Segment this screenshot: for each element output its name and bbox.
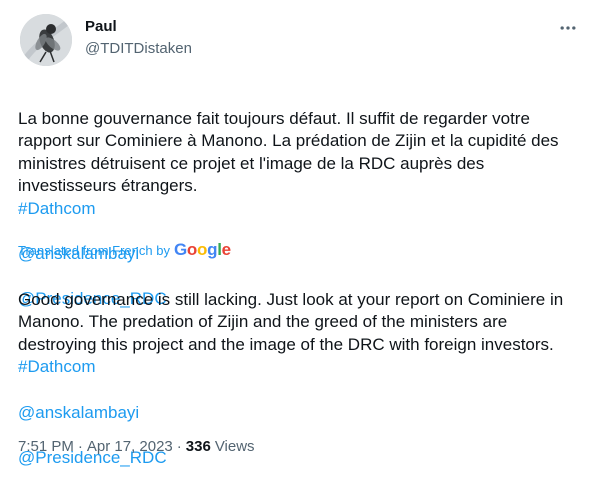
mention-link[interactable]: @anskalambayi [18,402,584,425]
more-horizontal-icon [560,26,576,30]
translated-text-body: Good governance is still lacking. Just l… [18,289,564,354]
meta-separator: · [77,438,83,455]
google-letter: e [221,240,231,259]
user-handle[interactable]: @TDITDistaken [85,40,192,57]
hashtag-link[interactable]: #Dathcom [18,198,584,221]
display-name[interactable]: Paul [85,18,117,35]
translated-tweet-text: Good governance is still lacking. Just l… [18,266,584,492]
google-letter: o [197,240,208,259]
meta-separator: · [176,438,182,455]
more-options-button[interactable] [554,18,582,38]
translation-attribution: Translated from French by Google [18,239,231,261]
tweet-header: Paul @TDITDistaken [16,12,582,68]
views-label: Views [214,438,255,455]
views-count: 336 [185,438,211,455]
tweet-time[interactable]: 7:51 PM [18,438,74,455]
google-logo: Google [174,240,231,260]
tweet-date[interactable]: Apr 17, 2023 [87,438,173,455]
google-letter: g [207,240,218,259]
hashtag-link[interactable]: #Dathcom [18,356,584,379]
translated-from-link[interactable]: Translated from French by [18,243,170,258]
original-text-body: La bonne gouvernance fait toujours défau… [18,108,559,196]
avatar-insect-icon [20,14,72,66]
google-letter: G [173,240,187,259]
tweet-meta: 7:51 PM · Apr 17, 2023 · 336 Views [18,438,255,455]
avatar[interactable] [20,14,72,66]
google-letter: o [186,240,197,259]
